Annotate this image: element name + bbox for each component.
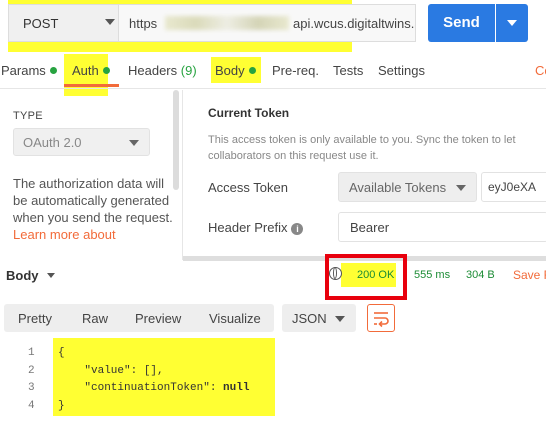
available-tokens-select[interactable]: Available Tokens [338, 172, 477, 202]
send-button[interactable]: Send [428, 4, 495, 42]
tab-body[interactable]: Body [215, 63, 256, 78]
url-end: api.wcus.digitaltwins.a [293, 16, 416, 31]
view-visualize[interactable]: Visualize [209, 311, 261, 326]
code-line: "value": [], [58, 365, 164, 377]
url-start: https [129, 16, 158, 31]
line-number: 1 [28, 347, 35, 359]
headers-count: (9) [180, 63, 197, 78]
url-input[interactable]: https api.wcus.digitaltwins.a [118, 4, 416, 42]
auth-type-value: OAuth 2.0 [23, 135, 82, 150]
view-raw[interactable]: Raw [82, 311, 108, 326]
tab-tests[interactable]: Tests [333, 63, 363, 78]
learn-more-link[interactable]: Learn more about [13, 227, 116, 242]
divider [0, 88, 546, 89]
response-body-dropdown[interactable]: Body [6, 268, 55, 283]
code-highlight [53, 338, 275, 416]
header-prefix-input[interactable]: Bearer [338, 212, 546, 242]
status-dot-icon [248, 67, 256, 74]
tab-auth[interactable]: Auth [72, 63, 110, 78]
status-dot-icon [49, 67, 57, 74]
tab-params[interactable]: Params [1, 63, 57, 78]
line-number: 4 [28, 400, 35, 412]
redacted-url-segment [165, 16, 289, 30]
scrollbar[interactable] [173, 90, 179, 190]
code-line: { [58, 347, 65, 359]
response-size[interactable]: 304 B [466, 269, 495, 281]
auth-description: The authorization data will be automatic… [13, 176, 173, 242]
method-label: POST [23, 16, 59, 31]
tab-headers[interactable]: Headers (9) [128, 63, 197, 78]
tab-settings[interactable]: Settings [378, 63, 425, 78]
view-preview[interactable]: Preview [135, 311, 181, 326]
access-token-label: Access Token [208, 180, 288, 195]
code-line: "continuationToken": null [58, 382, 250, 394]
chevron-down-icon [105, 19, 115, 25]
code-line: } [58, 400, 65, 412]
line-number: 2 [28, 365, 35, 377]
save-response-button[interactable]: Save R [513, 268, 546, 282]
current-token-heading: Current Token [208, 106, 290, 120]
divider [182, 90, 183, 260]
chevron-down-icon [335, 316, 345, 322]
info-icon[interactable]: i [291, 223, 304, 235]
current-token-description: This access token is only available to y… [208, 134, 516, 162]
chevron-down-icon [46, 273, 55, 278]
type-label: TYPE [13, 110, 43, 122]
view-pretty[interactable]: Pretty [18, 311, 52, 326]
chevron-down-icon [129, 140, 139, 146]
auth-type-select[interactable]: OAuth 2.0 [13, 128, 150, 156]
header-prefix-label: Header Prefix i [208, 220, 304, 235]
active-tab-underline [64, 84, 119, 87]
access-token-input[interactable]: eyJ0eXA [481, 172, 546, 202]
format-select[interactable]: JSON [282, 304, 356, 332]
null-literal: null [223, 382, 250, 394]
line-number: 3 [28, 382, 35, 394]
status-dot-icon [102, 67, 110, 74]
send-options-button[interactable] [496, 4, 528, 42]
tab-pre-request[interactable]: Pre-req. [272, 63, 319, 78]
chevron-down-icon [456, 185, 466, 191]
cookies-link[interactable]: Co [535, 63, 546, 78]
annotation-box [325, 254, 407, 300]
chevron-down-icon [507, 20, 517, 26]
wrap-lines-button[interactable] [367, 304, 395, 332]
wrap-icon [374, 312, 389, 328]
response-time[interactable]: 555 ms [414, 269, 450, 281]
method-dropdown[interactable]: POST [8, 4, 126, 42]
